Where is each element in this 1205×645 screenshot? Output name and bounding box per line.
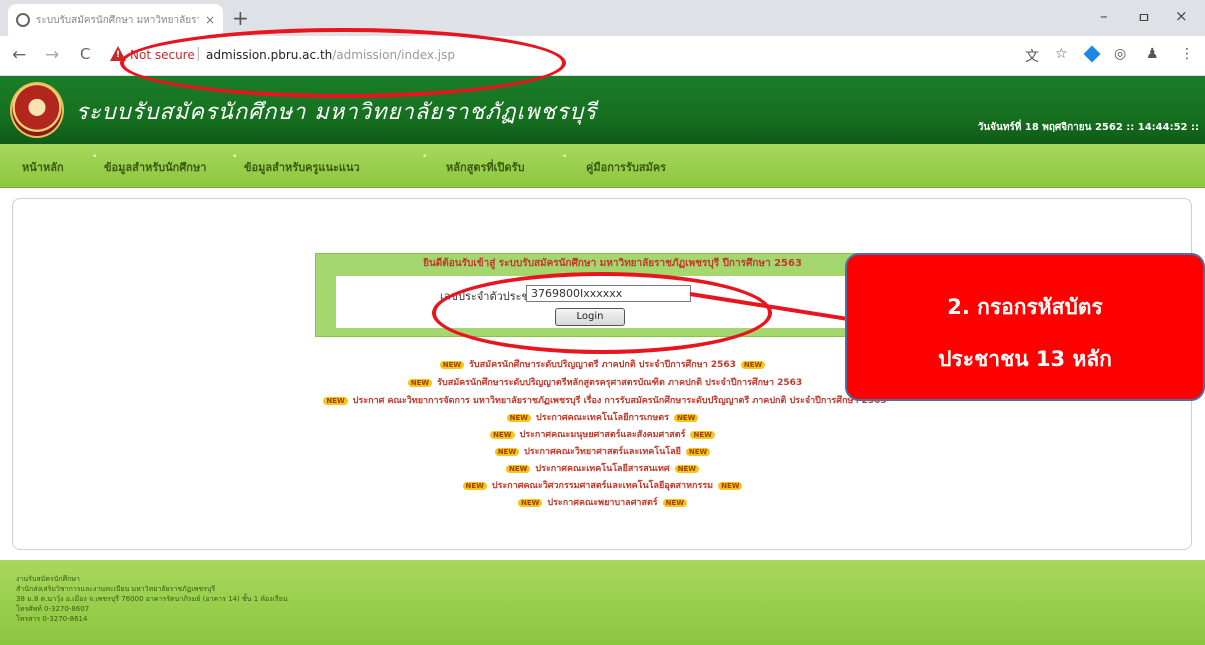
menu-item-counselors[interactable]: ข้อมูลสำหรับครูแนะแนว bbox=[244, 158, 360, 176]
announcement-link[interactable]: NEW ประกาศคณะพยาบาลศาสตร์ NEW bbox=[0, 495, 1205, 509]
announcement-link[interactable]: NEW ประกาศคณะเทคโนโลยีการเกษตร NEW bbox=[0, 410, 1205, 424]
login-heading: ยินดีต้อนรับเข้าสู่ ระบบรับสมัครนักศึกษา… bbox=[423, 258, 802, 269]
site-favicon-icon bbox=[16, 13, 30, 27]
back-button[interactable]: ← bbox=[12, 45, 26, 65]
star-icon[interactable]: ☆ bbox=[1055, 46, 1068, 62]
url-highlight-ellipse bbox=[120, 28, 566, 98]
instruction-callout: 2. กรอกรหัสบัตร ประชาชน 13 หลัก bbox=[845, 253, 1205, 401]
menu-item-manual[interactable]: คู่มือการรับสมัคร bbox=[586, 158, 666, 176]
id-field-highlight-ellipse bbox=[432, 272, 772, 354]
menu-item-home[interactable]: หน้าหลัก bbox=[22, 158, 64, 176]
translate-icon[interactable]: 文 bbox=[1025, 46, 1039, 66]
tab-close-icon[interactable]: × bbox=[205, 13, 215, 27]
maximize-button[interactable]: ㅁ bbox=[1137, 7, 1151, 28]
tab-title: ระบบรับสมัครนักศึกษา มหาวิทยาลัยราชภัฏ bbox=[36, 14, 199, 26]
new-tab-button[interactable]: + bbox=[232, 6, 249, 30]
footer-line: โทรสาร 0-3270-8614 bbox=[16, 615, 88, 623]
callout-line-2: ประชาชน 13 หลัก bbox=[938, 347, 1112, 371]
site-footer: งานรับสมัครนักศึกษา สำนักส่งเสริมวิชาการ… bbox=[0, 560, 1205, 645]
announcement-link[interactable]: NEW ประกาศคณะวิทยาศาสตร์และเทคโนโลยี NEW bbox=[0, 444, 1205, 458]
close-window-button[interactable]: × bbox=[1175, 7, 1188, 25]
browser-tab[interactable]: ระบบรับสมัครนักศึกษา มหาวิทยาลัยราชภัฏ × bbox=[8, 4, 223, 36]
browser-tab-bar: ระบบรับสมัครนักศึกษา มหาวิทยาลัยราชภัฏ ×… bbox=[0, 0, 1205, 36]
reload-button[interactable]: C bbox=[80, 45, 90, 63]
screenshot-frame: ระบบรับสมัครนักศึกษา มหาวิทยาลัยราชภัฏ ×… bbox=[0, 0, 1205, 645]
forward-button[interactable]: → bbox=[45, 45, 59, 65]
camera-icon[interactable]: ◎ bbox=[1114, 46, 1126, 62]
profile-icon[interactable]: ♟ bbox=[1146, 46, 1159, 62]
announcement-link[interactable]: NEW ประกาศคณะวิศวกรรมศาสตร์และเทคโนโลยีอุ… bbox=[0, 478, 1205, 492]
menu-icon[interactable]: ⋮ bbox=[1180, 46, 1194, 62]
announcement-link[interactable]: NEW ประกาศคณะเทคโนโลยีสารสนเทศ NEW bbox=[0, 461, 1205, 475]
extension-icon[interactable] bbox=[1083, 45, 1101, 63]
minimize-button[interactable]: – bbox=[1100, 7, 1108, 25]
site-title: ระบบรับสมัครนักศึกษา มหาวิทยาลัยราชภัฏเพ… bbox=[76, 100, 598, 125]
university-logo bbox=[10, 82, 64, 138]
main-menu: หน้าหลัก • ข้อมูลสำหรับนักศึกษา • ข้อมูล… bbox=[0, 144, 1205, 188]
menu-item-programs[interactable]: หลักสูตรที่เปิดรับ bbox=[446, 158, 524, 176]
callout-line-1: 2. กรอกรหัสบัตร bbox=[947, 295, 1103, 319]
announcement-link[interactable]: NEW ประกาศคณะมนุษยศาสตร์และสังคมศาสตร์ NEW bbox=[0, 427, 1205, 441]
menu-item-students[interactable]: ข้อมูลสำหรับนักศึกษา bbox=[104, 158, 206, 176]
current-datetime: วันจันทร์ที่ 18 พฤศจิกายน 2562 :: 14:44:… bbox=[977, 122, 1199, 133]
